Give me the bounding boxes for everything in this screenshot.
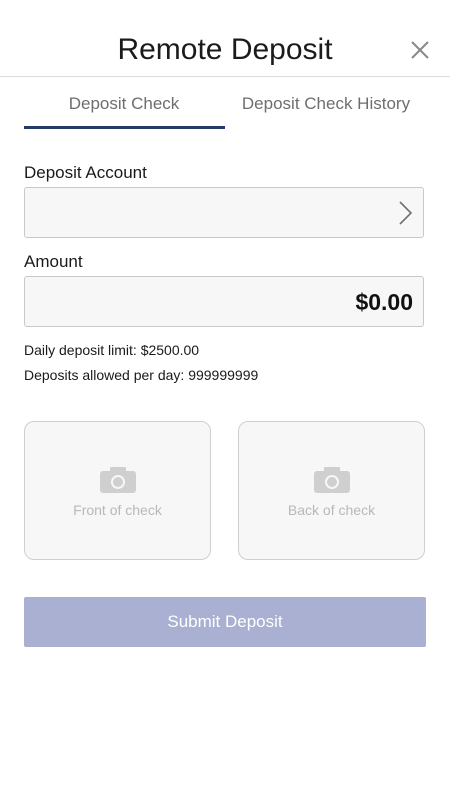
tab-deposit-check[interactable]: Deposit Check: [24, 77, 224, 129]
chevron-right-icon: [399, 201, 413, 225]
back-of-check-capture[interactable]: Back of check: [238, 421, 425, 560]
camera-icon: [100, 467, 136, 493]
tab-bar: Deposit Check Deposit Check History: [0, 77, 450, 131]
page-title: Remote Deposit: [117, 33, 333, 66]
tab-deposit-check-history[interactable]: Deposit Check History: [226, 77, 426, 129]
close-icon: [411, 41, 429, 59]
camera-icon: [314, 467, 350, 493]
front-of-check-capture[interactable]: Front of check: [24, 421, 211, 560]
submit-deposit-button[interactable]: Submit Deposit: [24, 597, 426, 647]
amount-input[interactable]: $0.00: [24, 276, 424, 327]
amount-value: $0.00: [355, 289, 413, 315]
modal-header: Remote Deposit: [0, 0, 450, 77]
front-of-check-label: Front of check: [73, 502, 162, 518]
active-tab-indicator: [24, 126, 225, 129]
deposits-allowed-per-day: Deposits allowed per day: 999999999: [24, 367, 259, 383]
back-of-check-label: Back of check: [287, 502, 376, 518]
amount-label: Amount: [24, 252, 83, 271]
deposit-account-label: Deposit Account: [24, 163, 147, 182]
close-button[interactable]: [408, 38, 432, 62]
daily-deposit-limit: Daily deposit limit: $2500.00: [24, 342, 200, 358]
deposit-account-selector[interactable]: [24, 187, 424, 238]
